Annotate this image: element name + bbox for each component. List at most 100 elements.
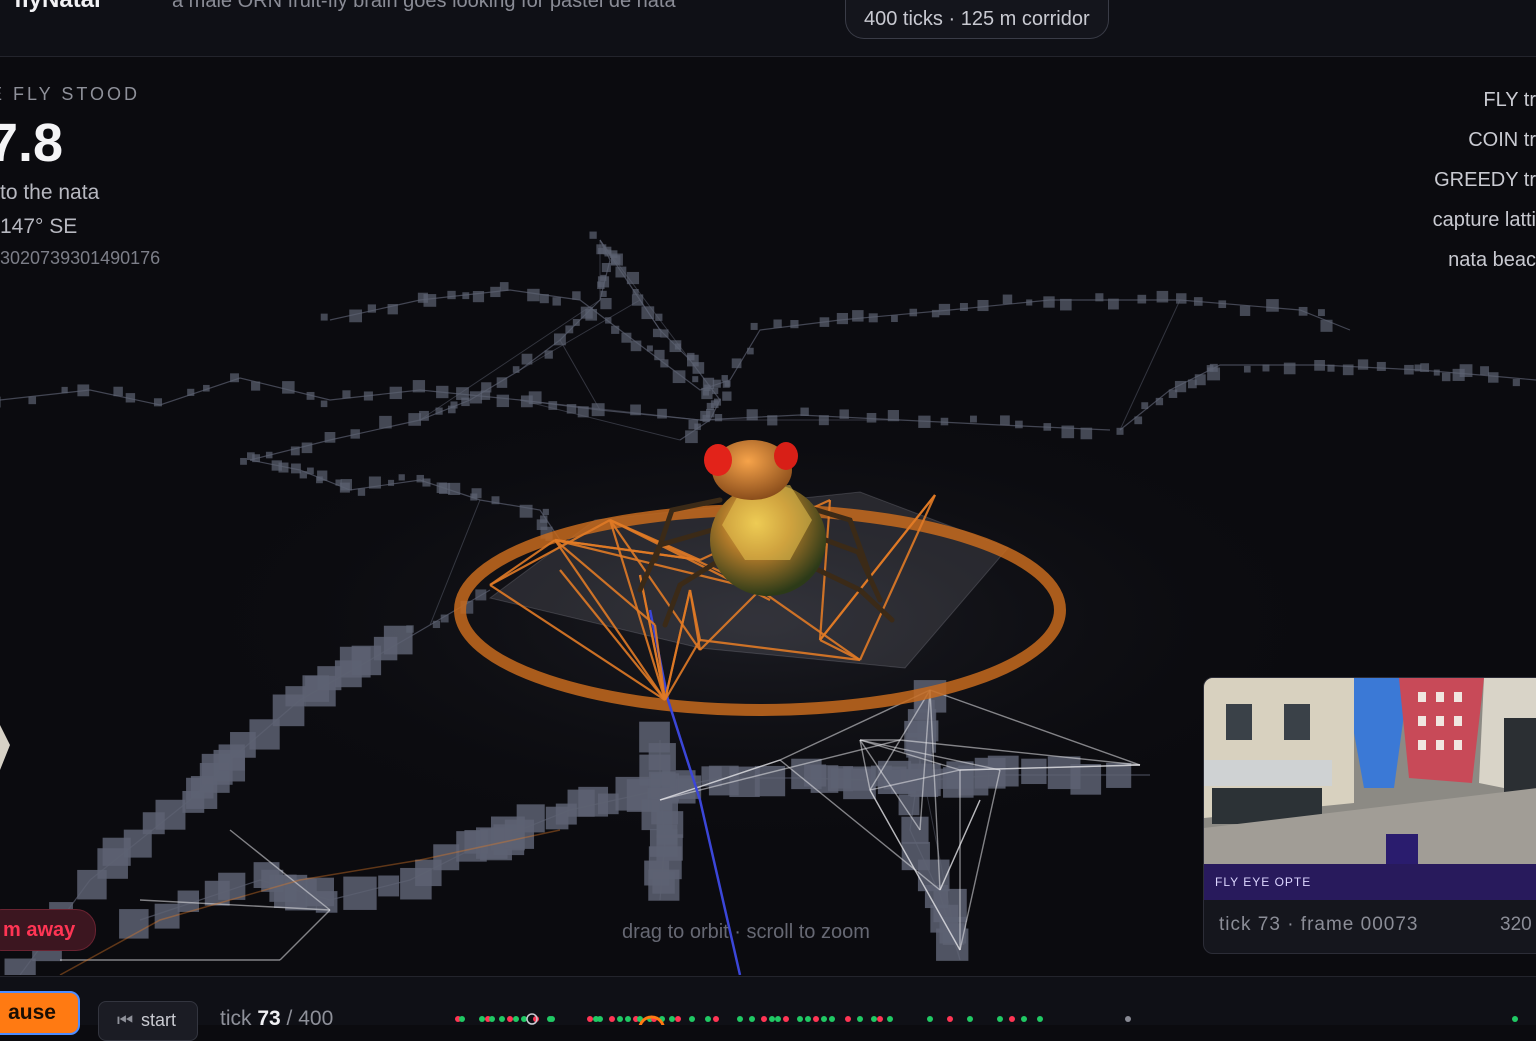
timeline-event-dot: [947, 1016, 953, 1022]
timeline-event-dot: [797, 1016, 803, 1022]
timeline-event-dot: [597, 1016, 603, 1022]
lattice-node: [839, 409, 849, 419]
lattice-node: [496, 377, 508, 388]
stat-heading: 147° SE: [0, 215, 78, 238]
lattice-node: [187, 388, 195, 396]
legend-greedy-trail: GREEDY tr: [1434, 169, 1536, 191]
lattice-node: [490, 286, 501, 298]
timeline-event-dot: [617, 1016, 623, 1022]
lattice-node: [516, 804, 545, 833]
start-button[interactable]: ⏮ start: [98, 1001, 198, 1041]
lattice-node: [469, 391, 483, 404]
timeline-event-dot: [459, 1016, 465, 1022]
timeline-event-dot: [749, 1016, 755, 1022]
lattice-node: [657, 408, 667, 419]
lattice-node: [866, 412, 877, 423]
stat-value: 7.8: [0, 113, 64, 173]
lattice-node: [1298, 306, 1308, 316]
lattice-node: [339, 482, 350, 493]
lattice-node: [747, 347, 754, 355]
timeline-event-dot: [997, 1016, 1003, 1022]
lattice-node: [572, 318, 580, 326]
lattice-node: [655, 313, 663, 321]
lattice-node: [1106, 762, 1132, 788]
lattice-node: [721, 375, 728, 382]
timeline-event-dot: [1009, 1016, 1015, 1022]
lattice-node: [432, 620, 441, 629]
tick-timeline[interactable]: [440, 977, 1536, 1025]
lattice-node: [125, 393, 136, 403]
lattice-node: [539, 294, 549, 304]
lattice-node: [290, 446, 300, 456]
lattice-node: [113, 386, 123, 397]
timeline-event-dot: [499, 1016, 505, 1022]
legend-capture-lattice: capture latti: [1432, 209, 1536, 231]
timeline-event-dot: [669, 1016, 675, 1022]
lattice-node: [626, 271, 640, 285]
lattice-node: [1314, 359, 1325, 371]
lattice-node: [470, 493, 478, 501]
timeline-event-dot: [521, 1016, 527, 1022]
lattice-node: [307, 467, 314, 475]
lattice-node: [301, 442, 313, 454]
lattice-node: [672, 370, 686, 384]
lattice-node: [901, 816, 929, 844]
timeline-event-dot: [813, 1016, 819, 1022]
lattice-node: [343, 876, 377, 910]
lattice-node: [496, 394, 510, 408]
lattice-node: [1043, 423, 1052, 431]
lattice-node: [512, 366, 520, 373]
timeline-event-dot: [1021, 1016, 1027, 1022]
lattice-node: [615, 266, 627, 278]
lattice-node: [412, 380, 426, 393]
lattice-node: [398, 474, 405, 481]
lattice-node: [589, 231, 597, 239]
app-subtitle: a male ORN fruit-fly brain goes looking …: [172, 0, 676, 12]
timeline-event-dot: [609, 1016, 615, 1022]
lattice-node: [646, 345, 653, 352]
lattice-node: [750, 322, 758, 330]
lattice-node: [1420, 363, 1430, 373]
timeline-event-dot: [829, 1016, 835, 1022]
lattice-node: [278, 462, 289, 473]
lattice-node: [177, 890, 200, 912]
lattice-node: [379, 415, 392, 429]
timeline-event-dot: [761, 1016, 767, 1022]
lattice-node: [591, 403, 605, 417]
lattice-node: [1134, 416, 1143, 425]
lattice-node: [378, 875, 400, 897]
lattice-node: [1283, 362, 1296, 375]
lattice-node: [306, 391, 315, 400]
lattice-node: [706, 402, 714, 411]
timeline-event-dot: [675, 1016, 681, 1022]
lattice-node: [28, 396, 37, 405]
lattice-node: [435, 407, 443, 415]
lattice-node: [1060, 298, 1072, 311]
lattice-node: [577, 406, 589, 418]
lattice-node: [447, 290, 456, 300]
lattice-node: [499, 282, 509, 291]
timeline-event-dot: [713, 1016, 719, 1022]
lattice-node: [632, 288, 639, 296]
timeline-event-dot: [877, 1016, 883, 1022]
lattice-node: [1095, 293, 1104, 302]
lattice-node: [600, 297, 612, 310]
lattice-node: [660, 359, 669, 368]
lattice-node: [1342, 364, 1354, 376]
timeline-event-dot: [479, 1016, 485, 1022]
coin-marker: [0, 725, 10, 770]
timeline-event-dot: [783, 1016, 789, 1022]
lattice-node: [1320, 319, 1333, 332]
lattice-node: [433, 844, 460, 871]
timeline-event-dot: [513, 1016, 519, 1022]
lattice-node: [724, 380, 731, 387]
lattice-node: [631, 294, 644, 306]
lattice-node: [251, 381, 261, 391]
lattice-node: [548, 401, 558, 410]
lattice-node: [282, 381, 295, 394]
lattice-node: [1218, 300, 1227, 309]
lattice-node: [1070, 763, 1102, 795]
pause-button[interactable]: ause: [0, 991, 80, 1035]
lattice-node: [819, 317, 830, 327]
lattice-node: [1155, 397, 1164, 406]
